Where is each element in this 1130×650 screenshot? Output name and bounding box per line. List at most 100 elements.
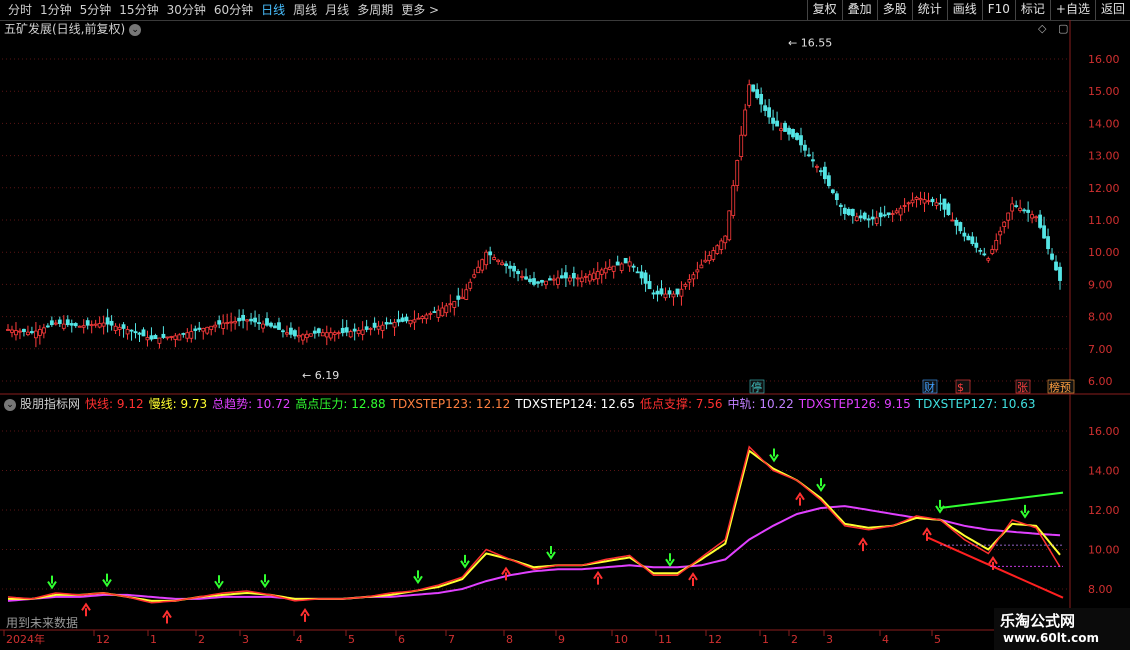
candle-body	[416, 317, 421, 320]
candle-body	[41, 327, 46, 334]
price-tick-label: 11.00	[1088, 214, 1120, 227]
time-tick-label: 5	[934, 633, 941, 646]
candle-body	[910, 199, 915, 204]
candle-body	[942, 198, 947, 210]
candle-body	[858, 215, 863, 219]
chevron-down-icon[interactable]: ⌄	[4, 398, 16, 411]
time-tick-label: 6	[398, 633, 405, 646]
candle-body	[293, 330, 297, 337]
candle-body	[153, 335, 158, 340]
candle-body	[320, 332, 325, 337]
candle-body	[189, 331, 194, 339]
candle-body	[33, 330, 38, 339]
candle-body	[225, 322, 230, 324]
candle-body	[759, 93, 764, 105]
candle-body	[408, 319, 413, 325]
candle-body	[508, 265, 512, 269]
candle-body	[480, 259, 485, 271]
candle-body	[723, 235, 728, 244]
candle-body	[763, 105, 768, 111]
candle-body	[811, 159, 815, 162]
candle-body	[556, 277, 560, 285]
candle-body	[755, 89, 760, 99]
candle-body	[93, 323, 98, 326]
candle-body	[332, 332, 337, 335]
legend-item: TDXSTEP123: 12.12	[390, 397, 511, 411]
candle-body	[1014, 205, 1019, 207]
candle-body	[559, 275, 564, 279]
candle-body	[496, 259, 501, 262]
candle-body	[846, 208, 851, 216]
candle-body	[795, 133, 799, 140]
pressure-line	[939, 491, 1064, 510]
candle-body	[269, 322, 273, 327]
sell-arrow	[47, 575, 57, 590]
candle-body	[81, 325, 86, 328]
candle-body	[460, 296, 465, 300]
candle-body	[504, 263, 509, 267]
candle-body	[998, 230, 1003, 236]
candle-body	[368, 328, 373, 330]
candle-body	[392, 322, 397, 328]
candle-body	[221, 322, 226, 329]
candle-body	[420, 316, 425, 320]
candle-body	[456, 295, 461, 300]
legend-item: 总趋势: 10.72	[212, 397, 291, 411]
candle-body	[348, 331, 353, 338]
candle-body	[619, 263, 624, 271]
candle-body	[615, 261, 620, 266]
candle-body	[791, 129, 795, 138]
event-marker: 张	[1017, 381, 1028, 394]
watermark-title: 乐淘公式网	[1000, 612, 1076, 630]
candle-body	[767, 107, 772, 118]
candle-body	[1022, 209, 1027, 212]
candle-body	[854, 216, 859, 221]
candle-body	[623, 257, 628, 264]
candle-body	[229, 321, 234, 324]
candle-body	[671, 293, 676, 298]
candle-body	[731, 185, 736, 216]
candle-body	[567, 277, 572, 282]
candle-body	[364, 326, 369, 330]
candle-body	[894, 210, 899, 214]
buy-arrow	[300, 608, 310, 622]
candle-body	[344, 327, 349, 333]
candle-body	[571, 272, 576, 279]
candle-body	[974, 242, 979, 248]
time-tick-label: 2024年	[6, 632, 45, 646]
candle-body	[583, 275, 588, 278]
event-marker: 榜预	[1049, 380, 1071, 394]
candle-body	[476, 266, 481, 274]
indicator-tick-label: 8.00	[1088, 583, 1113, 596]
chart-canvas[interactable]: 16.0015.0014.0013.0012.0011.0010.009.008…	[0, 0, 1130, 650]
candle-body	[675, 288, 680, 295]
sell-arrow	[102, 573, 112, 588]
sell-arrow	[769, 448, 779, 463]
candle-body	[133, 331, 138, 334]
sell-arrow	[413, 570, 423, 585]
candle-body	[6, 329, 10, 331]
candle-body	[902, 205, 907, 207]
time-tick-label: 11	[658, 633, 672, 646]
candle-body	[635, 271, 640, 274]
candle-body	[181, 333, 186, 335]
candle-body	[719, 240, 724, 250]
candle-body	[886, 212, 891, 216]
candle-body	[878, 212, 883, 218]
candle-body	[691, 274, 696, 280]
candle-body	[265, 318, 269, 326]
candle-body	[49, 320, 54, 326]
candle-body	[193, 328, 198, 331]
candle-body	[428, 312, 433, 315]
candle-body	[874, 217, 879, 224]
candle-body	[607, 266, 612, 270]
candle-body	[185, 332, 190, 339]
candle-body	[89, 324, 94, 327]
low-price-label: ← 6.19	[302, 369, 339, 382]
indicator-name: 股朋指标网	[20, 397, 81, 411]
candle-body	[324, 332, 329, 338]
candle-body	[934, 202, 939, 206]
candle-body	[1002, 221, 1007, 227]
candle-body	[69, 323, 74, 326]
candle-body	[838, 204, 843, 207]
